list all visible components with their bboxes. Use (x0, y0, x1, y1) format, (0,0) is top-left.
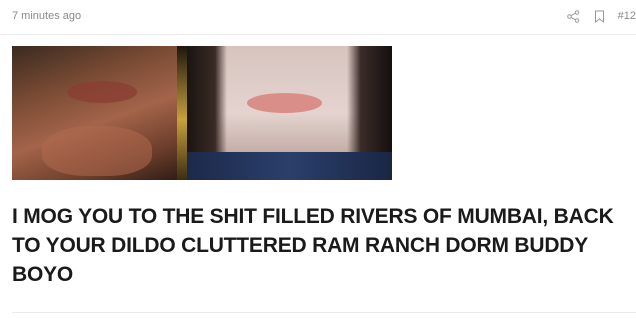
post-image[interactable] (12, 46, 392, 180)
share-icon[interactable] (566, 8, 582, 24)
post-image-right-photo (187, 46, 392, 180)
post-title[interactable]: I MOG YOU TO THE SHIT FILLED RIVERS OF M… (12, 202, 632, 289)
post-meta-bar: 7 minutes ago #12 (0, 0, 636, 35)
post-timestamp: 7 minutes ago (12, 10, 82, 22)
post-actions: #12 (566, 7, 636, 25)
bookmark-icon[interactable] (592, 8, 608, 24)
post-image-left-photo (12, 46, 187, 180)
post-divider (12, 312, 636, 313)
post-number[interactable]: #12 (618, 10, 636, 22)
post-card: 7 minutes ago #12 I MOG YOU TO THE SHIT … (0, 0, 636, 318)
